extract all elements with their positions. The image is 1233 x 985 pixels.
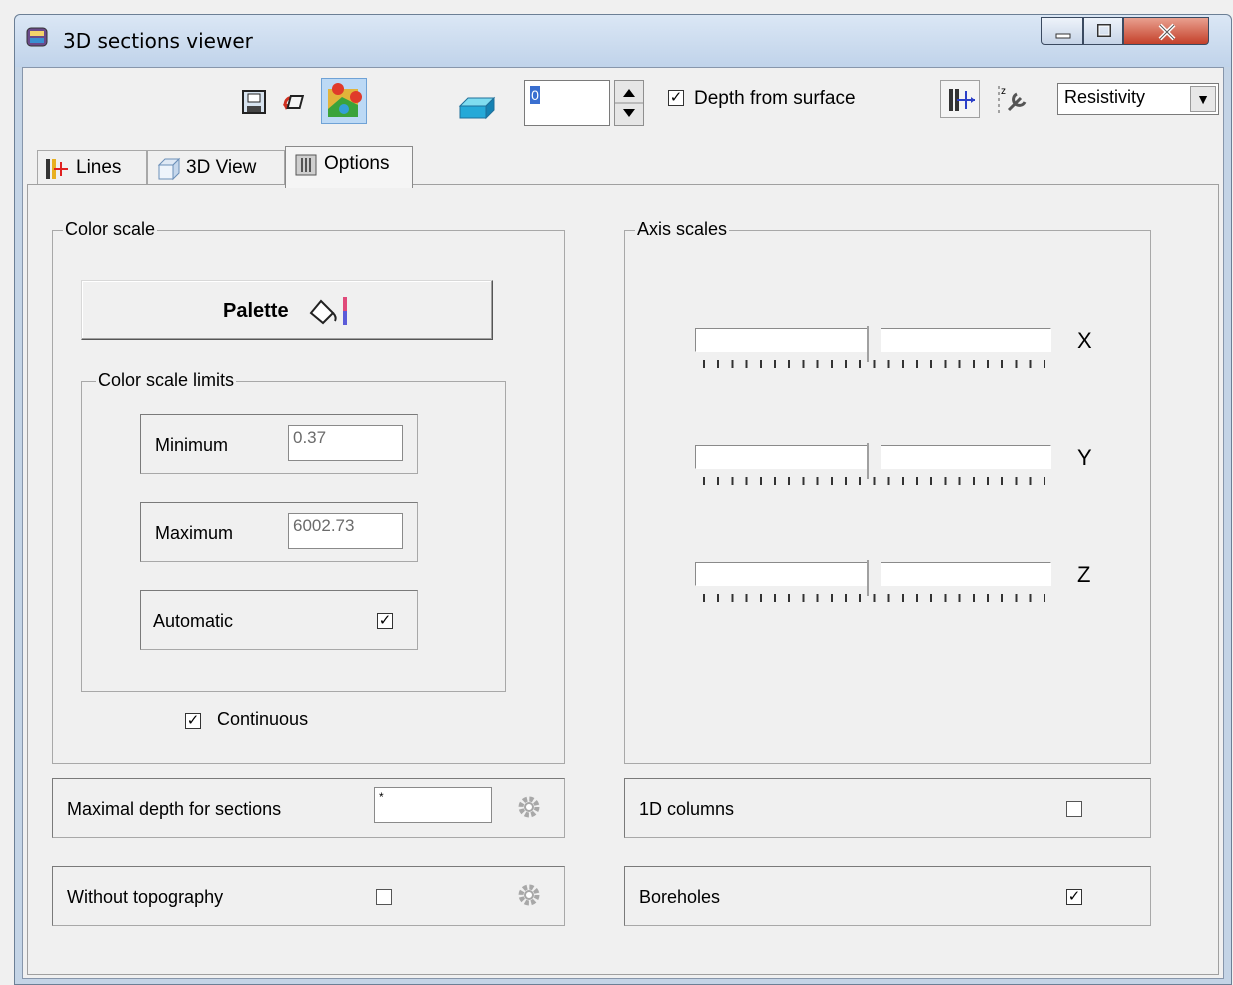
app-window: 3D sections viewer 0 ✓ Depth from surfac… <box>14 14 1232 985</box>
palette-button[interactable]: Palette <box>81 280 493 340</box>
automatic-label: Automatic <box>153 611 234 631</box>
continuous-checkbox[interactable]: ✓ <box>185 713 201 729</box>
minimize-button[interactable] <box>1041 17 1083 45</box>
minimum-input[interactable]: 0.37 <box>288 425 403 461</box>
layer-value: 0 <box>530 86 540 104</box>
layer-spinner[interactable] <box>614 80 644 126</box>
lines-icon <box>46 159 68 179</box>
tab-options[interactable]: Options <box>285 146 413 188</box>
layer-input[interactable]: 0 <box>524 80 610 126</box>
cube-icon <box>157 157 181 181</box>
maximal-depth-label: Maximal depth for sections <box>67 799 282 819</box>
maximize-button[interactable] <box>1083 17 1123 45</box>
z-scale-slider[interactable] <box>695 560 1051 602</box>
topography-gear-icon[interactable] <box>515 881 543 909</box>
without-topography-checkbox[interactable] <box>376 889 392 905</box>
maximal-depth-input[interactable]: * <box>374 787 492 823</box>
tab-options-label: Options <box>324 153 390 174</box>
tab-lines[interactable]: Lines <box>37 150 147 186</box>
x-slider-thumb[interactable] <box>867 326 881 362</box>
x-axis-label: X <box>1077 328 1092 353</box>
tab-3d-view[interactable]: 3D View <box>147 150 285 186</box>
y-axis-label: Y <box>1077 445 1092 470</box>
boreholes-label: Boreholes <box>639 887 721 907</box>
window-title: 3D sections viewer <box>63 29 253 53</box>
columns-1d-checkbox[interactable] <box>1066 801 1082 817</box>
close-button[interactable] <box>1123 17 1209 45</box>
automatic-checkbox[interactable]: ✓ <box>377 613 393 629</box>
maximum-input[interactable]: 6002.73 <box>288 513 403 549</box>
chevron-down-icon[interactable]: ▼ <box>1190 86 1216 112</box>
boreholes-row: Boreholes ✓ <box>624 866 1151 926</box>
continuous-label: Continuous <box>217 709 309 729</box>
parameter-select-value: Resistivity <box>1064 87 1146 107</box>
palette-points-icon <box>328 83 362 117</box>
z-slider-thumb[interactable] <box>867 560 881 596</box>
paint-bucket-icon <box>309 297 347 325</box>
client-area: 0 ✓ Depth from surface z Resistivity ▼ L… <box>22 67 1224 979</box>
y-scale-slider[interactable] <box>695 443 1051 485</box>
x-slider-ticks <box>703 360 1045 368</box>
palette-points-button[interactable] <box>321 78 367 124</box>
y-slider-ticks <box>703 477 1045 485</box>
layer-icon[interactable] <box>458 94 498 122</box>
y-slider-thumb[interactable] <box>867 443 881 479</box>
columns-1d-label: 1D columns <box>639 799 735 819</box>
axis-scales-group: Axis scales X Y Z <box>624 219 1151 764</box>
spin-up-icon <box>623 89 635 97</box>
settings-scale-icon[interactable]: z <box>993 82 1029 118</box>
parameter-select[interactable]: Resistivity ▼ <box>1057 83 1219 115</box>
grid-lines-icon <box>949 89 975 111</box>
grid-lines-button[interactable] <box>940 80 980 118</box>
depth-from-surface-checkbox[interactable]: ✓ <box>668 90 684 106</box>
rotate-icon[interactable] <box>281 88 311 118</box>
axis-scales-group-label: Axis scales <box>635 219 730 240</box>
columns-1d-row: 1D columns <box>624 778 1151 838</box>
minimum-label: Minimum <box>155 435 229 455</box>
color-scale-group-label: Color scale <box>63 219 158 240</box>
maximum-label: Maximum <box>155 523 234 543</box>
options-icon <box>295 154 317 176</box>
gear-icon[interactable] <box>515 793 543 821</box>
options-panel: Color scale Palette Color scale limits M… <box>27 184 1219 975</box>
maximal-depth-row: Maximal depth for sections * <box>52 778 565 838</box>
automatic-row: Automatic ✓ <box>140 590 418 650</box>
close-icon <box>1158 23 1176 41</box>
spin-down-icon <box>623 109 635 117</box>
color-scale-limits-label: Color scale limits <box>96 370 237 391</box>
minimize-icon <box>1055 33 1071 39</box>
maximum-row: Maximum 6002.73 <box>140 502 418 562</box>
depth-from-surface-label: Depth from surface <box>694 88 856 109</box>
minimum-row: Minimum 0.37 <box>140 414 418 474</box>
title-bar[interactable]: 3D sections viewer <box>15 15 1231 67</box>
z-axis-label: Z <box>1077 562 1091 587</box>
app-icon <box>25 25 49 49</box>
svg-text:z: z <box>1001 86 1006 97</box>
palette-button-label: Palette <box>223 300 289 322</box>
boreholes-checkbox[interactable]: ✓ <box>1066 889 1082 905</box>
x-scale-slider[interactable] <box>695 326 1051 368</box>
color-scale-group: Color scale Palette Color scale limits M… <box>52 219 565 764</box>
z-slider-ticks <box>703 594 1045 602</box>
color-scale-limits-group: Color scale limits Minimum 0.37 Maximum … <box>81 370 506 692</box>
tab-3d-view-label: 3D View <box>186 157 257 178</box>
maximize-icon <box>1097 24 1111 37</box>
without-topography-row: Without topography <box>52 866 565 926</box>
save-image-icon[interactable] <box>240 88 270 118</box>
without-topography-label: Without topography <box>67 887 224 907</box>
tab-lines-label: Lines <box>76 157 122 178</box>
